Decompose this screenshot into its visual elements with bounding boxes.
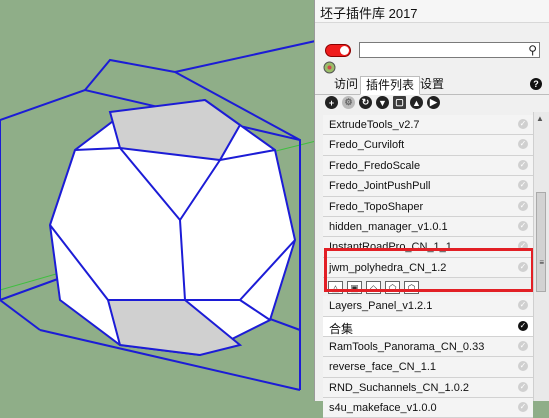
plugin-row[interactable]: Layers_Panel_v1.2.1 ✓ bbox=[323, 296, 533, 317]
add-icon[interactable]: + bbox=[325, 96, 338, 109]
plugin-name: hidden_manager_v1.0.1 bbox=[329, 220, 448, 233]
tab-plugin-list[interactable]: 插件列表 bbox=[360, 76, 421, 95]
check-icon[interactable]: ✓ bbox=[518, 139, 528, 150]
download-icon[interactable]: ▼ bbox=[376, 96, 389, 109]
check-icon[interactable]: ✓ bbox=[518, 340, 528, 351]
panel-tabs: 访问 插件列表 设置 ? bbox=[315, 76, 549, 95]
gear-icon[interactable]: ⚙ bbox=[342, 96, 355, 109]
toggle-knob bbox=[340, 46, 349, 55]
check-icon[interactable]: ✓ bbox=[518, 300, 528, 311]
plugin-group-row[interactable]: 合集 ✓ bbox=[323, 316, 533, 337]
tab-settings[interactable]: 设置 bbox=[415, 76, 449, 93]
panel-toolbar: + ⚙ ↻ ▼ ▢ ▲ ▶ bbox=[325, 96, 440, 110]
plugin-row[interactable]: RamTools_Panorama_CN_0.33 ✓ bbox=[323, 336, 533, 358]
panel-title: 坯子插件库 2017 bbox=[320, 6, 418, 21]
scrollbar[interactable]: ▲ bbox=[533, 112, 549, 401]
check-icon[interactable]: ✓ bbox=[518, 381, 528, 392]
check-icon[interactable]: ✓ bbox=[518, 320, 528, 331]
check-icon[interactable]: ✓ bbox=[518, 200, 528, 211]
plugin-row[interactable]: Fredo_Curviloft ✓ bbox=[323, 135, 533, 156]
panel-titlebar[interactable]: 坯子插件库 2017 bbox=[315, 0, 549, 23]
resize-grip-icon[interactable]: ≡ bbox=[539, 258, 544, 267]
plugin-row[interactable]: Fredo_JointPushPull ✓ bbox=[323, 176, 533, 197]
forward-icon[interactable]: ▶ bbox=[427, 96, 440, 109]
plugin-library-panel: 坯子插件库 2017 ⚲ 访问 插件列表 设置 ? + ⚙ ↻ ▼ ▢ ▲ ▶ … bbox=[314, 0, 549, 418]
check-icon[interactable]: ✓ bbox=[518, 220, 528, 231]
plugin-name: Layers_Panel_v1.2.1 bbox=[329, 300, 433, 313]
plugin-row[interactable]: Fredo_FredoScale ✓ bbox=[323, 155, 533, 177]
plugin-row[interactable]: s4u_makeface_v1.0.0 ✓ bbox=[323, 398, 533, 418]
plugin-name: ExtrudeTools_v2.7 bbox=[329, 119, 420, 131]
upload-icon[interactable]: ▲ bbox=[410, 96, 423, 109]
search-input[interactable]: ⚲ bbox=[359, 42, 540, 58]
plugin-row[interactable]: Fredo_TopoShaper ✓ bbox=[323, 196, 533, 217]
plugin-row[interactable]: ExtrudeTools_v2.7 ✓ bbox=[323, 115, 533, 136]
search-icon[interactable]: ⚲ bbox=[528, 43, 537, 57]
help-icon[interactable]: ? bbox=[530, 78, 542, 90]
plugin-row[interactable]: hidden_manager_v1.0.1 ✓ bbox=[323, 216, 533, 238]
plugin-name: reverse_face_CN_1.1 bbox=[329, 361, 437, 374]
refresh-icon[interactable]: ↻ bbox=[359, 96, 372, 109]
tab-visit[interactable]: 访问 bbox=[329, 76, 363, 93]
plugin-name: RamTools_Panorama_CN_0.33 bbox=[329, 340, 485, 353]
highlight-box bbox=[324, 248, 534, 292]
scrollbar-thumb[interactable] bbox=[536, 192, 546, 292]
plugin-row[interactable]: RND_Suchannels_CN_1.0.2 ✓ bbox=[323, 377, 533, 399]
check-icon[interactable]: ✓ bbox=[518, 361, 528, 372]
plugin-name: Fredo_FredoScale bbox=[329, 159, 421, 172]
scroll-up-icon[interactable]: ▲ bbox=[536, 114, 544, 123]
folder-icon[interactable]: ▢ bbox=[393, 96, 406, 109]
plugin-name: Fredo_TopoShaper bbox=[329, 200, 424, 213]
plugin-row[interactable]: reverse_face_CN_1.1 ✓ bbox=[323, 357, 533, 378]
enable-toggle[interactable] bbox=[325, 44, 351, 57]
plugin-name: Fredo_Curviloft bbox=[329, 139, 405, 152]
check-icon[interactable]: ✓ bbox=[518, 180, 528, 191]
plugin-name: RND_Suchannels_CN_1.0.2 bbox=[329, 381, 470, 394]
plugin-name: Fredo_JointPushPull bbox=[329, 180, 431, 193]
check-icon[interactable]: ✓ bbox=[518, 159, 528, 170]
plugin-name: 合集 bbox=[329, 321, 354, 336]
globe-icon[interactable] bbox=[323, 61, 336, 74]
check-icon[interactable]: ✓ bbox=[518, 119, 528, 129]
check-icon[interactable]: ✓ bbox=[518, 402, 528, 413]
plugin-name: s4u_makeface_v1.0.0 bbox=[329, 402, 437, 415]
